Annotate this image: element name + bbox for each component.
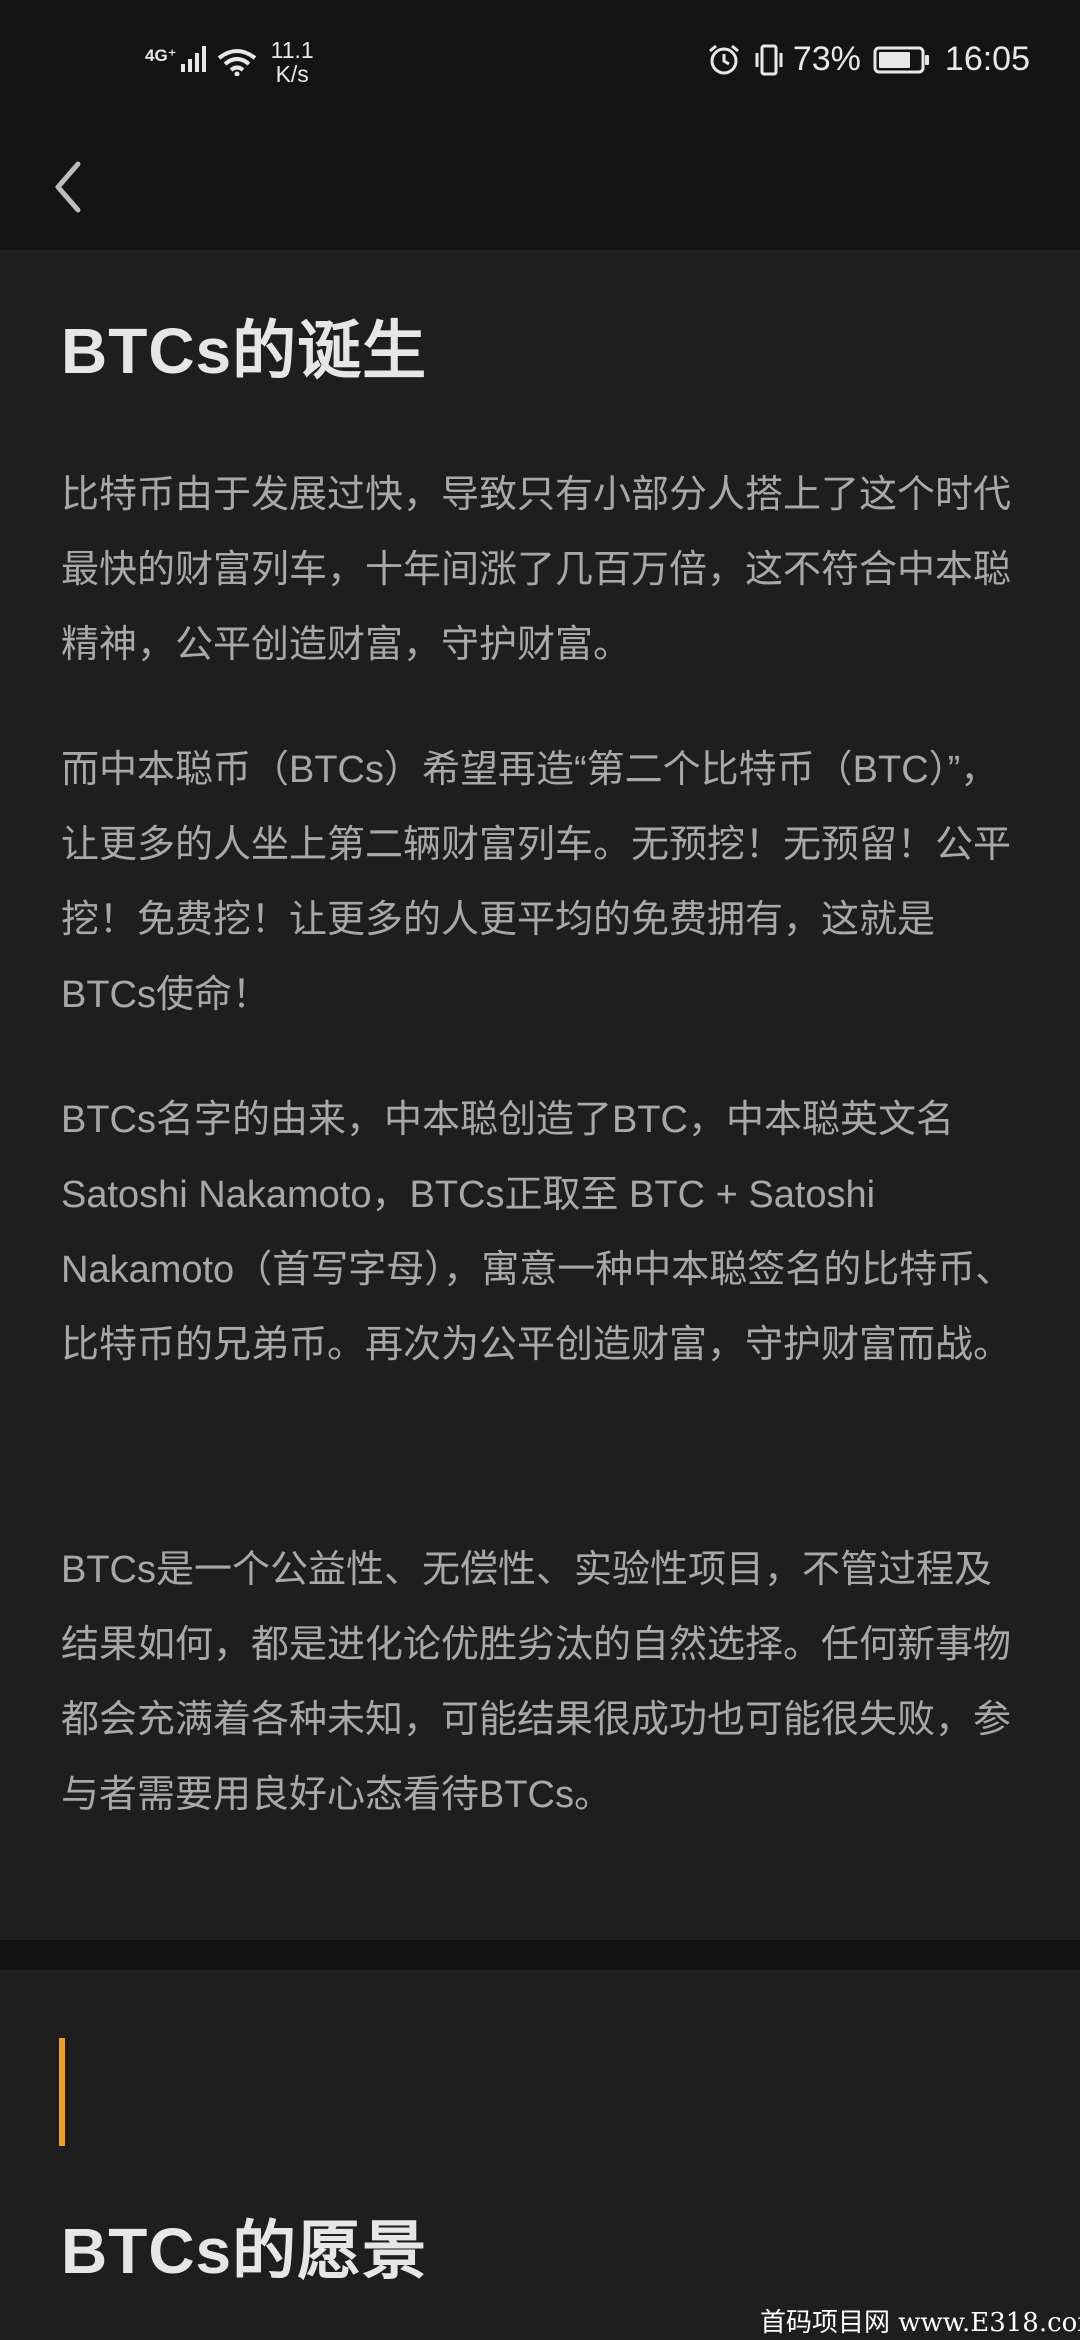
section-divider bbox=[0, 1940, 1080, 1970]
status-right-group: 73% 16:05 bbox=[707, 40, 1030, 79]
cell-signal-icon bbox=[180, 46, 206, 72]
status-bar: 4G⁺ 11.1 K/s 73% 16:05 bbox=[0, 0, 1080, 130]
back-chevron-icon[interactable] bbox=[44, 152, 94, 222]
status-left-group: 4G⁺ 11.1 K/s bbox=[145, 38, 314, 86]
article-paragraph-1: 比特币由于发展过快，导致只有小部分人搭上了这个时代最快的财富列车，十年间涨了几百… bbox=[61, 474, 1012, 666]
network-speed: 11.1 K/s bbox=[271, 38, 314, 86]
article-paragraph-2: 而中本聪币（BTCs）希望再造“第二个比特币（BTC）”，让更多的人坐上第二辆财… bbox=[61, 749, 1012, 1016]
clock-time: 16:05 bbox=[944, 40, 1030, 78]
battery-icon bbox=[873, 46, 929, 73]
article-paragraph-4: BTCs是一个公益性、无偿性、实验性项目，不管过程及结果如何，都是进化论优胜劣汰… bbox=[61, 1549, 1012, 1816]
article-card-vision: BTCs的愿景 bbox=[0, 1970, 1080, 2340]
section-title-origin: BTCs的诞生 bbox=[61, 315, 428, 387]
network-type: 4G⁺ bbox=[145, 46, 177, 65]
speed-value: 11.1 bbox=[270, 37, 314, 63]
wifi-icon bbox=[217, 49, 256, 76]
battery-percent: 73% bbox=[792, 40, 861, 78]
site-watermark: 首码项目网 www.E318.com bbox=[760, 2308, 1080, 2338]
article-paragraph-3: BTCs名字的由来，中本聪创造了BTC，中本聪英文名Satoshi Nakamo… bbox=[61, 1099, 1014, 1366]
section-title-vision: BTCs的愿景 bbox=[61, 2215, 428, 2287]
speed-unit: K/s bbox=[275, 61, 309, 87]
accent-bar bbox=[59, 2038, 65, 2146]
alarm-icon bbox=[708, 44, 739, 74]
app-header bbox=[0, 130, 1080, 250]
article-card-origin: BTCs的诞生 比特币由于发展过快，导致只有小部分人搭上了这个时代最快的财富列车… bbox=[0, 250, 1080, 1940]
vibrate-icon bbox=[755, 44, 783, 75]
